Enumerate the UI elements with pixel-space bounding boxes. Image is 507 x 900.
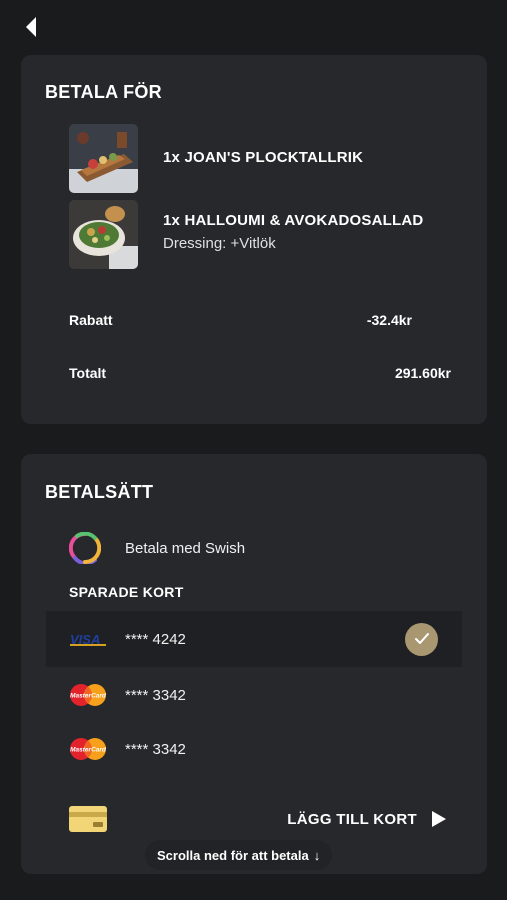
saved-card-mastercard[interactable]: MasterCard **** 3342 [46, 667, 462, 723]
payment-title: BETALSÄTT [45, 482, 154, 502]
svg-text:VISA: VISA [70, 632, 100, 646]
discount-label: Rabatt [69, 312, 113, 328]
saved-card-mastercard[interactable]: MasterCard **** 3342 [46, 721, 462, 777]
item-name: 1x HALLOUMI & AVOKADOSALLAD [163, 212, 424, 229]
svg-text:MasterCard: MasterCard [70, 693, 107, 700]
total-label: Totalt [69, 365, 107, 381]
swish-label: Betala med Swish [125, 539, 246, 557]
order-item: 1x HALLOUMI & AVOKADOSALLAD Dressing: +V… [69, 200, 423, 269]
swish-icon [69, 532, 101, 564]
credit-card-icon [69, 806, 107, 832]
total-value: 291.60kr [394, 365, 451, 381]
item-modifier: Dressing: +Vitlök [163, 235, 276, 252]
add-card-row: LÄGG TILL KORT [69, 806, 447, 832]
discount-value: -32.4kr [366, 312, 412, 328]
total-row: Totalt 291.60kr [69, 365, 451, 381]
order-summary-card: BETALA FÖR 1x JOAN'S PLOCKTALLRIK 1x HAL… [21, 55, 487, 424]
order-title: BETALA FÖR [45, 82, 162, 102]
down-arrow-icon: ↓ [313, 847, 321, 863]
back-arrow-icon [26, 17, 36, 37]
play-arrow-icon [432, 811, 446, 827]
discount-row: Rabatt -32.4kr [69, 312, 451, 328]
selected-check [405, 622, 438, 656]
mastercard-icon: MasterCard [70, 684, 107, 706]
swish-option[interactable]: Betala med Swish [69, 532, 245, 564]
order-item: 1x JOAN'S PLOCKTALLRIK [69, 124, 363, 193]
card-number: **** 4242 [125, 630, 186, 648]
item-name: 1x JOAN'S PLOCKTALLRIK [163, 149, 364, 166]
visa-icon: VISA [70, 632, 106, 646]
saved-cards-heading: SPARADE KORT [69, 584, 184, 600]
scroll-hint-label: Scrolla ned för att betala [157, 847, 309, 863]
add-card-button[interactable]: LÄGG TILL KORT [287, 810, 447, 828]
back-button[interactable] [18, 14, 44, 40]
mastercard-icon: MasterCard [70, 738, 107, 760]
dish-image-plocktallrik [69, 124, 138, 193]
add-card-label: LÄGG TILL KORT [287, 810, 417, 828]
svg-text:MasterCard: MasterCard [70, 747, 107, 754]
card-number: **** 3342 [125, 686, 186, 704]
saved-card-visa[interactable]: VISA **** 4242 [46, 611, 462, 667]
scroll-hint[interactable]: Scrolla ned för att betala ↓ [145, 840, 333, 870]
card-number: **** 3342 [125, 740, 186, 758]
check-icon [414, 633, 429, 644]
payment-method-card: BETALSÄTT Betala med Swish SPARADE KORT … [21, 454, 487, 874]
dish-image-halloumi [69, 200, 138, 269]
